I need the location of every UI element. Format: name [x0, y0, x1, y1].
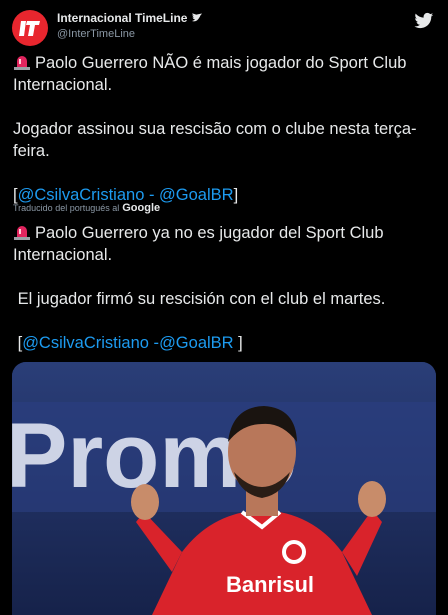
twitter-bird-icon[interactable] [414, 12, 434, 30]
mention-link[interactable]: @GoalBR [159, 334, 234, 352]
google-logo: Google [122, 202, 161, 214]
mention-separator: - [148, 334, 160, 352]
mention-link[interactable]: @CsilvaCristiano [22, 334, 149, 352]
handle[interactable]: @InterTimeLine [57, 26, 203, 42]
display-name[interactable]: Internacional TimeLine [57, 10, 187, 26]
mention-link[interactable]: @GoalBR [159, 186, 234, 204]
author-name-row[interactable]: Internacional TimeLine [57, 10, 203, 26]
tweet-text-translated: Paolo Guerrero ya no es jugador del Spor… [13, 223, 389, 352]
tweet-text-original: Paolo Guerrero NÃO é mais jogador do Spo… [13, 53, 417, 204]
original-line-1: Paolo Guerrero NÃO é mais jogador do Spo… [13, 54, 412, 94]
siren-emoji-icon [13, 223, 31, 241]
translated-line-1: Paolo Guerrero ya no es jugador del Spor… [13, 224, 389, 264]
translation-attribution: Traducido del portugués al Google [13, 202, 160, 214]
jersey-sponsor: Banrisul [226, 572, 314, 597]
translated-line-2: El jugador firmó su rescisión con el clu… [17, 290, 386, 308]
verified-icon [192, 13, 203, 22]
translation-label: Traducido del portugués al [13, 203, 120, 213]
siren-emoji-icon [13, 53, 31, 71]
original-line-2: Jogador assinou sua rescisão com o clube… [13, 120, 417, 160]
tweet-media-photo[interactable]: Promo Banrisul [12, 362, 436, 615]
tweet-header: Internacional TimeLine @InterTimeLine [12, 10, 436, 46]
avatar[interactable] [12, 10, 48, 46]
